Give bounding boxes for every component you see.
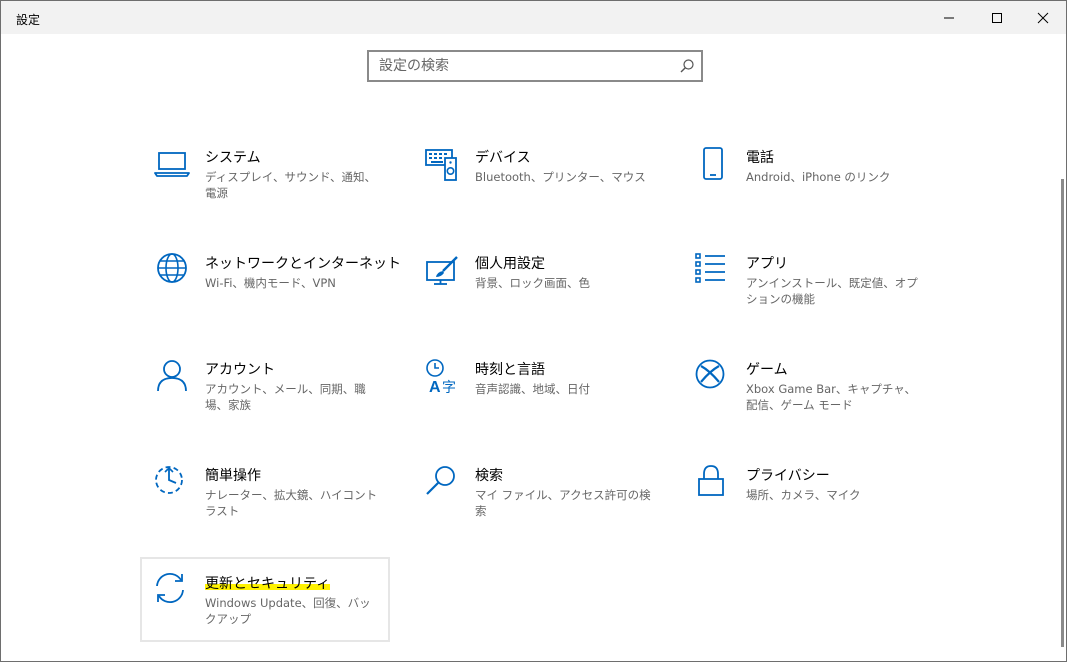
svg-text:A: A: [429, 379, 441, 395]
vertical-scrollbar[interactable]: [1061, 179, 1064, 647]
close-icon: [1037, 12, 1049, 23]
phone-icon: [703, 147, 723, 180]
tile-title: 時刻と言語: [475, 362, 545, 378]
tile-subtitle: 背景、ロック画面、色: [475, 276, 590, 290]
person-icon: [157, 360, 187, 392]
tile-subtitle: 音声認識、地域、日付: [475, 382, 590, 396]
svg-text:字: 字: [442, 380, 456, 395]
tile-network[interactable]: ネットワークとインターネット Wi-Fi、機内モード、VPN: [142, 253, 401, 339]
tile-apps[interactable]: アプリ アンインストール、既定値、オプションの機能: [683, 253, 933, 339]
tile-update-security[interactable]: 更新とセキュリティ Windows Update、回復、バックアップ: [140, 557, 390, 642]
settings-search-box[interactable]: [367, 50, 703, 82]
minimize-icon: [944, 17, 954, 18]
tile-time-language[interactable]: A 字 時刻と言語 音声認識、地域、日付: [412, 359, 662, 445]
tile-subtitle: ナレーター、拡大鏡、ハイコントラスト: [205, 488, 378, 518]
paint-monitor-icon: [426, 256, 458, 285]
time-language-icon: A 字: [426, 359, 456, 395]
app-list-icon: [695, 253, 725, 283]
lock-icon: [698, 465, 724, 496]
xbox-icon: [695, 359, 725, 389]
tile-devices[interactable]: デバイス Bluetooth、プリンター、マウス: [412, 147, 662, 233]
tile-system[interactable]: システム ディスプレイ、サウンド、通知、電源: [142, 147, 392, 233]
tile-personalization[interactable]: 個人用設定 背景、ロック画面、色: [412, 253, 662, 339]
maximize-button[interactable]: [974, 1, 1020, 34]
tile-title: デバイス: [475, 150, 531, 166]
tile-search[interactable]: 検索 マイ ファイル、アクセス許可の検索: [412, 465, 662, 551]
tile-title: 電話: [746, 150, 774, 166]
tile-title: プライバシー: [746, 468, 830, 484]
tile-title: アプリ: [746, 256, 788, 272]
tile-title: アカウント: [205, 362, 275, 378]
globe-icon: [157, 253, 187, 283]
tile-phone[interactable]: 電話 Android、iPhone のリンク: [683, 147, 933, 233]
maximize-icon: [992, 12, 1002, 23]
tile-accounts[interactable]: アカウント アカウント、メール、同期、職場、家族: [142, 359, 392, 445]
ease-of-access-icon: [155, 466, 183, 494]
magnifier-icon: [426, 466, 455, 495]
tile-subtitle: 場所、カメラ、マイク: [746, 488, 861, 502]
sync-icon: [156, 573, 184, 603]
tile-subtitle: Windows Update、回復、バックアップ: [205, 596, 371, 626]
tile-subtitle: アンインストール、既定値、オプションの機能: [746, 276, 918, 306]
tile-title: 簡単操作: [205, 468, 261, 484]
tile-subtitle: ディスプレイ、サウンド、通知、電源: [205, 170, 377, 200]
tile-title: ネットワークとインターネット: [205, 256, 401, 272]
close-button[interactable]: [1020, 1, 1066, 34]
window-title: 設定: [16, 13, 41, 27]
keyboard-speaker-icon: [425, 149, 457, 181]
settings-window: 設定 システム ディスプレイ、サウンド、通知、電源: [0, 0, 1067, 662]
tile-subtitle: マイ ファイル、アクセス許可の検索: [475, 488, 651, 518]
tile-subtitle: Xbox Game Bar、キャプチャ、配信、ゲーム モード: [746, 382, 917, 412]
tile-subtitle: Wi-Fi、機内モード、VPN: [205, 276, 336, 290]
search-icon[interactable]: [679, 58, 695, 74]
tile-title: 個人用設定: [475, 256, 545, 272]
tile-subtitle: アカウント、メール、同期、職場、家族: [205, 382, 366, 412]
title-bar[interactable]: 設定: [1, 1, 1066, 34]
tile-title: 検索: [475, 468, 503, 484]
tile-subtitle: Bluetooth、プリンター、マウス: [475, 170, 646, 184]
tile-title: 更新とセキュリティ: [205, 573, 331, 593]
minimize-button[interactable]: [926, 1, 972, 34]
tile-ease-of-access[interactable]: 簡単操作 ナレーター、拡大鏡、ハイコントラスト: [142, 465, 392, 551]
laptop-icon: [154, 152, 190, 177]
tile-subtitle: Android、iPhone のリンク: [746, 170, 891, 184]
tile-privacy[interactable]: プライバシー 場所、カメラ、マイク: [683, 465, 933, 551]
tile-title: ゲーム: [746, 362, 788, 378]
tile-title: システム: [205, 150, 261, 166]
search-input[interactable]: [369, 52, 669, 80]
tile-gaming[interactable]: ゲーム Xbox Game Bar、キャプチャ、配信、ゲーム モード: [683, 359, 933, 445]
